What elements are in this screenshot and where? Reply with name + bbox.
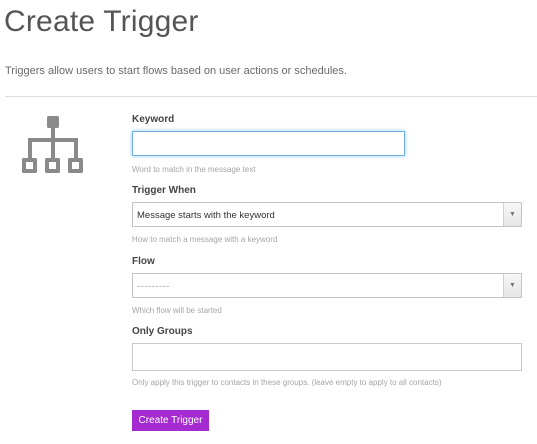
keyword-help: Word to match in the message text [132,165,256,174]
trigger-when-label: Trigger When [132,185,196,196]
flow-label: Flow [132,256,155,267]
keyword-input[interactable] [132,131,405,156]
trigger-when-select[interactable]: Message starts with the keyword ▼ [132,202,522,227]
page-description: Triggers allow users to start flows base… [5,65,347,77]
keyword-label: Keyword [132,114,175,125]
dropdown-arrow-icon[interactable]: ▼ [503,274,521,297]
header-divider [5,96,537,97]
only-groups-label: Only Groups [132,326,193,337]
flow-select[interactable]: --------- ▼ [132,273,522,298]
flow-selected: --------- [137,281,170,292]
dropdown-arrow-icon[interactable]: ▼ [503,203,521,226]
create-trigger-button[interactable]: Create Trigger [132,410,209,431]
page-title: Create Trigger [4,5,199,38]
sitemap-icon [22,116,83,173]
trigger-when-selected: Message starts with the keyword [137,210,275,221]
only-groups-help: Only apply this trigger to contacts in t… [132,378,442,387]
only-groups-input[interactable] [132,343,522,371]
flow-help: Which flow will be started [132,306,222,315]
trigger-when-help: How to match a message with a keyword [132,235,278,244]
